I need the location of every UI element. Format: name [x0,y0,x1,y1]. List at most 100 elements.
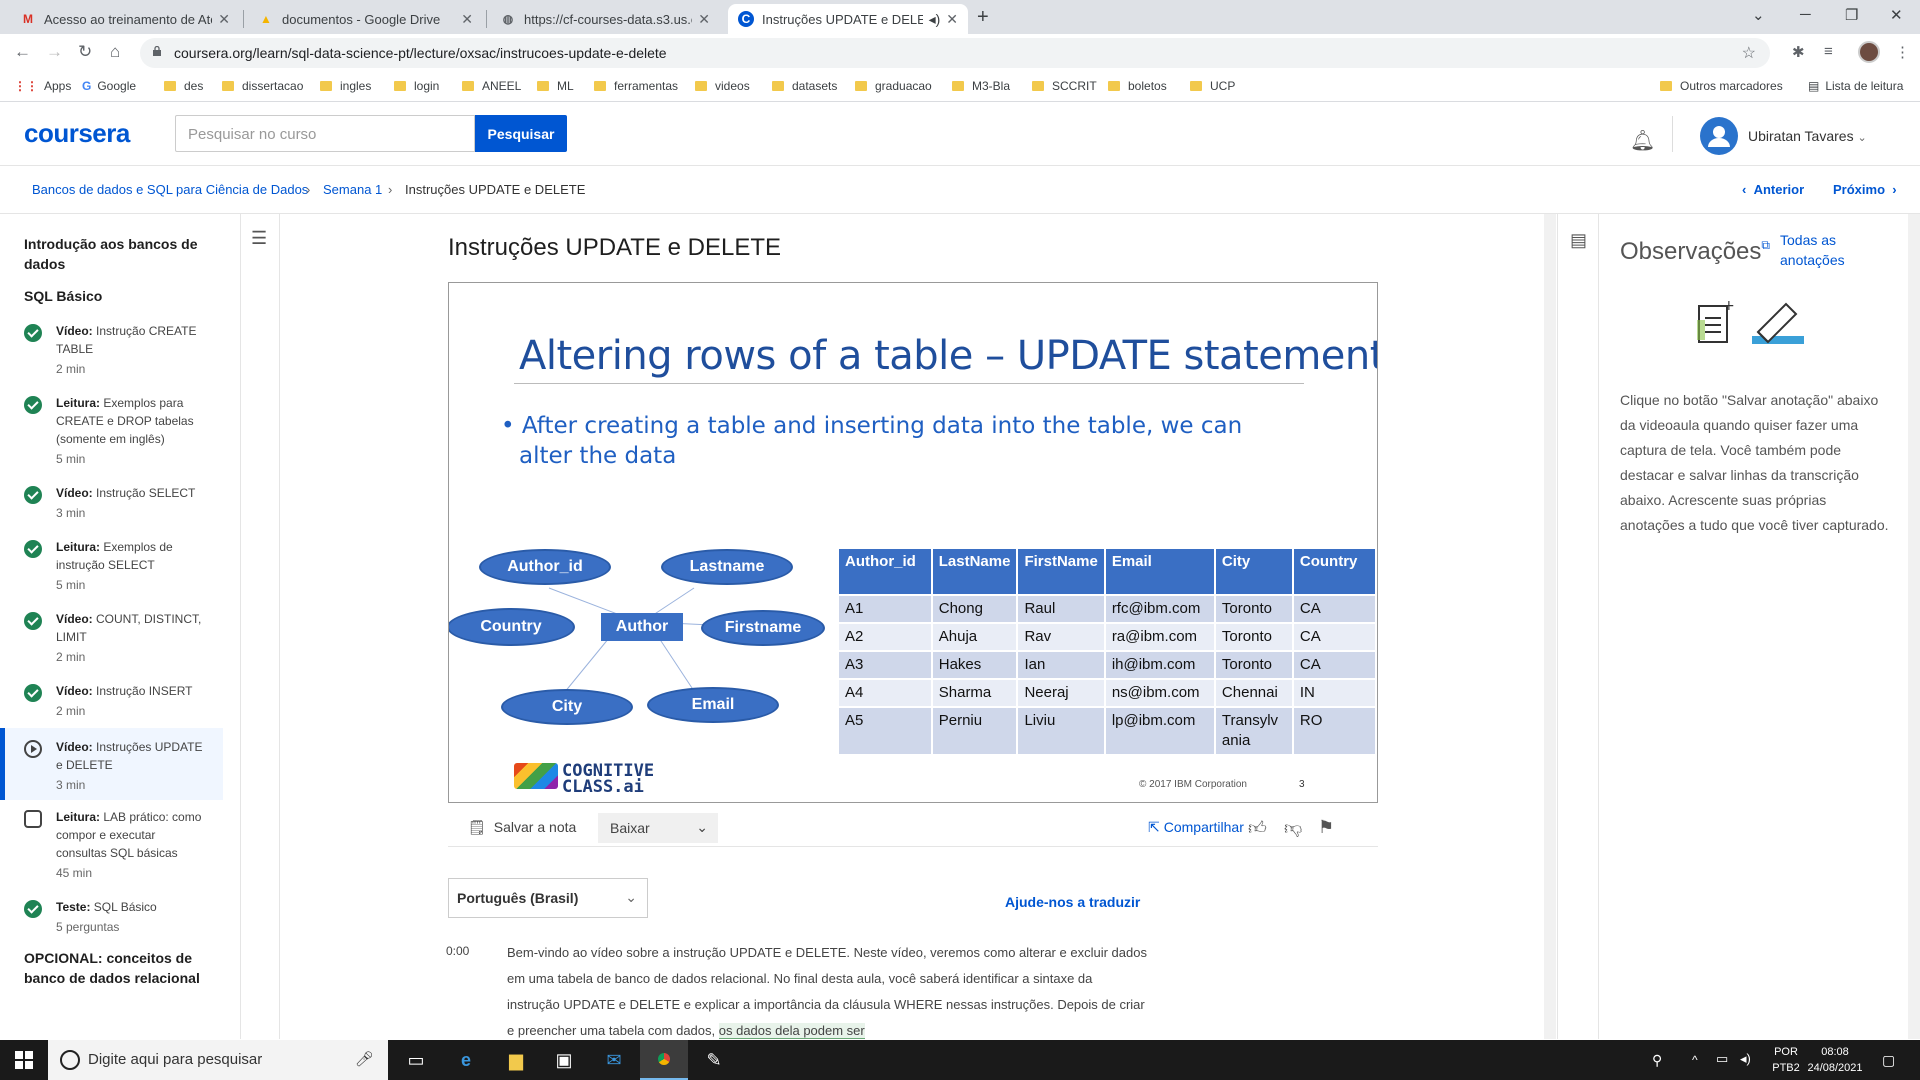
reload-icon[interactable]: ↻ [78,42,92,62]
url-box[interactable]: coursera.org/learn/sql-data-science-pt/l… [140,38,1770,68]
thumbs-down-icon[interactable]: 👎︎ [1284,817,1302,839]
folder-icon [394,81,406,91]
extensions-icon[interactable]: ✱ [1792,43,1805,61]
back-icon[interactable]: ← [14,42,31,62]
network-icon[interactable]: ▭ [1716,1051,1728,1067]
bookmark-folder[interactable]: UCP [1190,79,1235,93]
forward-icon[interactable]: → [46,42,63,62]
file-explorer-icon[interactable]: ▆ [492,1040,540,1080]
bookmark-folder[interactable]: ML [537,79,574,93]
previous-link[interactable]: ‹ Anterior [1742,182,1804,197]
bookmark-folder[interactable]: datasets [772,79,837,93]
chrome-icon[interactable] [640,1040,688,1080]
notification-center-icon[interactable]: ▢ [1882,1052,1895,1068]
reading-list[interactable]: ▤ Lista de leitura [1808,79,1903,93]
tab-search-icon[interactable]: ⌄ [1752,6,1765,24]
list-icon[interactable]: ☰ [251,228,267,249]
tab-cf-courses[interactable]: ◍ https://cf-courses-data.s3.us.clou ✕ [490,4,720,34]
bookmark-star-icon[interactable]: ☆ [1742,43,1756,63]
bookmark-folder[interactable]: boletos [1108,79,1167,93]
table-row: A4 Sharma Neeraj ns@ibm.com Chennai IN [839,678,1377,707]
tab-coursera-active[interactable]: C Instruções UPDATE e DELETE ◂) ✕ [728,4,968,34]
sidebar-item[interactable]: Leitura: LAB prático: como compor e exec… [24,808,214,880]
sidebar-section-heading[interactable]: Introdução aos bancos de dados [24,234,204,274]
bookmark-folder[interactable]: login [394,79,439,93]
bookmark-folder[interactable]: des [164,79,203,93]
bookmark-apps[interactable]: ⋮⋮ Apps [14,79,71,93]
sidebar-item[interactable]: Leitura: Exemplos de instrução SELECT 5 m… [24,538,214,594]
task-view-icon[interactable]: ▭ [392,1040,440,1080]
maximize-icon[interactable]: ❐ [1845,6,1858,24]
sidebar-item[interactable]: Vídeo: Instrução INSERT 2 min [24,682,214,722]
clock[interactable]: 08:08 24/08/2021 [1800,1044,1870,1076]
transcript-timestamp[interactable]: 0:00 [446,944,469,958]
menu-icon[interactable]: ⋮ [1895,43,1910,61]
user-avatar[interactable] [1700,117,1738,155]
sidebar-item[interactable]: Teste: SQL Básico 5 perguntas [24,898,214,938]
help-translate-link[interactable]: Ajude-nos a traduzir [1005,894,1140,910]
breadcrumb-course[interactable]: Bancos de dados e SQL para Ciência de Da… [32,182,308,197]
tray-expand-icon[interactable]: ^ [1692,1052,1698,1068]
share-button[interactable]: ⇱ Compartilhar [1148,819,1244,836]
page-title: Instruções UPDATE e DELETE [448,234,781,261]
flag-icon[interactable]: ⚑ [1318,817,1334,838]
search-input[interactable]: Pesquisar no curso [175,115,475,152]
bookmark-folder[interactable]: ANEEL [462,79,521,93]
sidebar-section-heading[interactable]: SQL Básico [24,286,204,306]
browser-tab-bar: M Acesso ao treinamento de Aterra ✕ ▲ do… [0,0,1920,34]
sidebar-item[interactable]: Vídeo: Instrução CREATE TABLE 2 min [24,322,214,378]
people-icon[interactable]: ⚲ [1652,1052,1662,1068]
sidebar-item[interactable]: Leitura: Exemplos para CREATE e DROP tab… [24,394,214,466]
close-window-icon[interactable]: ✕ [1890,6,1903,24]
minimize-icon[interactable]: ─ [1800,6,1811,23]
bookmark-folder[interactable]: ingles [320,79,371,93]
bookmark-folder[interactable]: graduacao [855,79,932,93]
user-name[interactable]: Ubiratan Tavares ⌄ [1748,128,1867,144]
video-player[interactable]: Altering rows of a table – UPDATE statem… [448,282,1378,803]
close-tab-icon[interactable]: ✕ [218,11,230,28]
sidebar-item[interactable]: Vídeo: Instrução SELECT 3 min [24,484,214,524]
language-select[interactable]: Português (Brasil) ⌄ [448,878,648,918]
notification-bell-icon[interactable]: 🔔︎ [1630,128,1655,153]
close-tab-icon[interactable]: ✕ [698,11,710,28]
notes-icon[interactable]: ▤ [1570,230,1587,251]
bookmark-google[interactable]: G Google [82,79,136,93]
tab-gmail[interactable]: M Acesso ao treinamento de Aterra ✕ [10,4,240,34]
bookmark-folder[interactable]: dissertacao [222,79,303,93]
download-select[interactable]: Baixar ⌄ [598,813,718,843]
bookmark-other[interactable]: Outros marcadores [1660,79,1783,93]
close-tab-icon[interactable]: ✕ [461,11,473,28]
breadcrumb-week[interactable]: Semana 1 [323,182,382,197]
thumbs-up-icon[interactable]: 👍︎ [1248,817,1267,839]
app-icon[interactable]: ✎ [690,1040,738,1080]
reading-list-icon[interactable]: ≡ [1824,43,1833,60]
audio-icon[interactable]: ◂) [929,11,941,28]
bookmark-folder[interactable]: videos [695,79,750,93]
close-tab-icon[interactable]: ✕ [946,11,958,28]
home-icon[interactable]: ⌂ [110,42,120,62]
search-button[interactable]: Pesquisar [475,115,567,152]
windows-start-icon[interactable] [0,1040,48,1080]
coursera-logo[interactable]: coursera [24,118,130,149]
notes-rail: ▤ [1557,214,1599,1039]
transcript-text[interactable]: Bem-vindo ao vídeo sobre a instrução UPD… [507,940,1147,1039]
new-tab-icon[interactable]: + [977,6,989,29]
store-icon[interactable]: ▣ [540,1040,588,1080]
edge-icon[interactable]: e [442,1040,490,1080]
main-scrollbar[interactable] [1544,214,1556,1039]
taskbar-search-input[interactable]: Digite aqui para pesquisar 🎤︎ [48,1040,388,1080]
bookmark-folder[interactable]: SCCRIT [1032,79,1097,93]
sidebar-section-heading[interactable]: OPCIONAL: conceitos de banco de dados re… [24,948,214,988]
all-notes-link[interactable]: Todas as anotações [1780,230,1880,270]
profile-avatar[interactable] [1858,41,1880,63]
save-note-button[interactable]: 🗒︎ Salvar a nota [468,819,576,836]
sidebar-item[interactable]: Vídeo: COUNT, DISTINCT, LIMIT 2 min [24,610,214,666]
next-link[interactable]: Próximo › [1833,182,1897,197]
bookmark-folder[interactable]: ferramentas [594,79,678,93]
bookmark-folder[interactable]: M3-Bla [952,79,1010,93]
notes-scrollbar[interactable] [1908,214,1920,1039]
sidebar-item-active[interactable]: Vídeo: Instruções UPDATE e DELETE 3 min [5,728,223,800]
mail-icon[interactable]: ✉ [590,1040,638,1080]
tab-drive[interactable]: ▲ documentos - Google Drive ✕ [248,4,483,34]
volume-icon[interactable]: ◂) [1740,1051,1751,1067]
